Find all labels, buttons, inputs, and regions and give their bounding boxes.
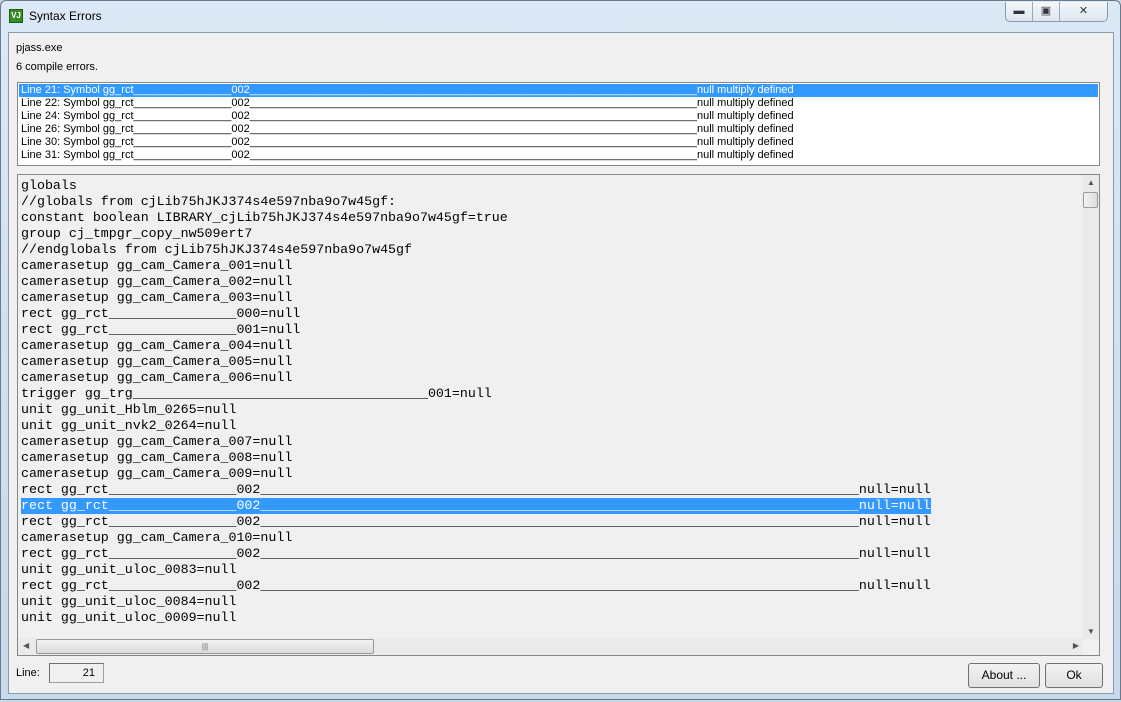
horizontal-scroll-thumb[interactable]: ||| bbox=[36, 639, 374, 654]
code-line[interactable]: camerasetup gg_cam_Camera_009=null bbox=[21, 466, 292, 482]
code-line[interactable]: rect gg_rct________________002__________… bbox=[21, 498, 931, 514]
code-line[interactable]: group cj_tmpgr_copy_nw509ert7 bbox=[21, 226, 252, 242]
line-number-field: 21 bbox=[49, 663, 104, 683]
program-name: pjass.exe bbox=[16, 42, 63, 54]
code-line[interactable]: constant boolean LIBRARY_cjLib75hJKJ374s… bbox=[21, 210, 508, 226]
error-message: null multiply defined bbox=[697, 97, 794, 109]
code-line[interactable]: rect gg_rct________________002__________… bbox=[21, 514, 931, 530]
error-location: Line 26: Symbol gg_rct________________00… bbox=[21, 123, 697, 135]
code-line[interactable]: camerasetup gg_cam_Camera_002=null bbox=[21, 274, 292, 290]
error-row[interactable]: Line 24: Symbol gg_rct________________00… bbox=[19, 110, 1098, 123]
error-message: null multiply defined bbox=[697, 110, 794, 122]
error-message: null multiply defined bbox=[697, 136, 794, 148]
error-row[interactable]: Line 22: Symbol gg_rct________________00… bbox=[19, 97, 1098, 110]
code-line[interactable]: unit gg_unit_uloc_0009=null bbox=[21, 610, 236, 626]
code-line[interactable]: camerasetup gg_cam_Camera_008=null bbox=[21, 450, 292, 466]
error-location: Line 31: Symbol gg_rct________________00… bbox=[21, 149, 697, 161]
code-line[interactable]: camerasetup gg_cam_Camera_004=null bbox=[21, 338, 292, 354]
code-line[interactable]: unit gg_unit_nvk2_0264=null bbox=[21, 418, 236, 434]
code-line[interactable]: unit gg_unit_uloc_0084=null bbox=[21, 594, 236, 610]
maximize-icon[interactable]: ▣ bbox=[1033, 2, 1060, 21]
scroll-left-icon[interactable]: ◀ bbox=[23, 641, 29, 650]
horizontal-scrollbar[interactable]: ◀ ||| ▶ bbox=[18, 638, 1082, 655]
error-message: null multiply defined bbox=[697, 149, 794, 161]
vertical-scrollbar[interactable]: ▲ ▼ bbox=[1082, 175, 1099, 639]
code-line[interactable]: unit gg_unit_uloc_0083=null bbox=[21, 562, 236, 578]
code-line[interactable]: camerasetup gg_cam_Camera_006=null bbox=[21, 370, 292, 386]
line-label: Line: bbox=[16, 667, 40, 679]
error-row[interactable]: Line 21: Symbol gg_rct________________00… bbox=[19, 84, 1098, 97]
error-location: Line 21: Symbol gg_rct________________00… bbox=[21, 84, 697, 96]
code-line[interactable]: rect gg_rct________________000=null bbox=[21, 306, 300, 322]
code-line[interactable]: globals bbox=[21, 178, 77, 194]
code-line[interactable]: rect gg_rct________________002__________… bbox=[21, 578, 931, 594]
error-row[interactable]: Line 31: Symbol gg_rct________________00… bbox=[19, 149, 1098, 162]
app-icon: VJ bbox=[9, 9, 23, 23]
error-location: Line 30: Symbol gg_rct________________00… bbox=[21, 136, 697, 148]
title-bar[interactable]: VJ Syntax Errors ▬ ▣ ✕ bbox=[1, 1, 1120, 31]
window-title: Syntax Errors bbox=[29, 9, 102, 23]
code-line[interactable]: camerasetup gg_cam_Camera_005=null bbox=[21, 354, 292, 370]
code-line[interactable]: //globals from cjLib75hJKJ374s4e597nba9o… bbox=[21, 194, 396, 210]
minimize-icon[interactable]: ▬ bbox=[1006, 2, 1033, 21]
scroll-down-icon[interactable]: ▼ bbox=[1087, 627, 1095, 636]
code-line[interactable]: camerasetup gg_cam_Camera_001=null bbox=[21, 258, 292, 274]
vertical-scroll-thumb[interactable] bbox=[1083, 192, 1098, 208]
code-line[interactable]: trigger gg_trg__________________________… bbox=[21, 386, 492, 402]
close-icon[interactable]: ✕ bbox=[1060, 2, 1107, 21]
ok-button[interactable]: Ok bbox=[1045, 663, 1103, 688]
code-line[interactable]: rect gg_rct________________001=null bbox=[21, 322, 300, 338]
code-line[interactable]: camerasetup gg_cam_Camera_003=null bbox=[21, 290, 292, 306]
code-line[interactable]: camerasetup gg_cam_Camera_007=null bbox=[21, 434, 292, 450]
dialog-client: pjass.exe 6 compile errors. Line 21: Sym… bbox=[8, 32, 1114, 694]
error-row[interactable]: Line 26: Symbol gg_rct________________00… bbox=[19, 123, 1098, 136]
code-line[interactable]: rect gg_rct________________002__________… bbox=[21, 546, 931, 562]
code-line[interactable]: unit gg_unit_Hblm_0265=null bbox=[21, 402, 236, 418]
error-row[interactable]: Line 30: Symbol gg_rct________________00… bbox=[19, 136, 1098, 149]
code-line[interactable]: rect gg_rct________________002__________… bbox=[21, 482, 931, 498]
error-list[interactable]: Line 21: Symbol gg_rct________________00… bbox=[17, 82, 1100, 166]
code-line[interactable]: camerasetup gg_cam_Camera_010=null bbox=[21, 530, 292, 546]
error-message: null multiply defined bbox=[697, 84, 794, 96]
error-location: Line 22: Symbol gg_rct________________00… bbox=[21, 97, 697, 109]
about-button[interactable]: About ... bbox=[968, 663, 1040, 688]
error-message: null multiply defined bbox=[697, 123, 794, 135]
error-location: Line 24: Symbol gg_rct________________00… bbox=[21, 110, 697, 122]
source-code-view[interactable]: globals//globals from cjLib75hJKJ374s4e5… bbox=[17, 174, 1100, 656]
scroll-up-icon[interactable]: ▲ bbox=[1087, 178, 1095, 187]
code-line[interactable]: //endglobals from cjLib75hJKJ374s4e597nb… bbox=[21, 242, 412, 258]
error-summary: 6 compile errors. bbox=[16, 61, 98, 73]
scroll-right-icon[interactable]: ▶ bbox=[1073, 641, 1079, 650]
syntax-errors-window: VJ Syntax Errors ▬ ▣ ✕ pjass.exe 6 compi… bbox=[0, 0, 1121, 700]
